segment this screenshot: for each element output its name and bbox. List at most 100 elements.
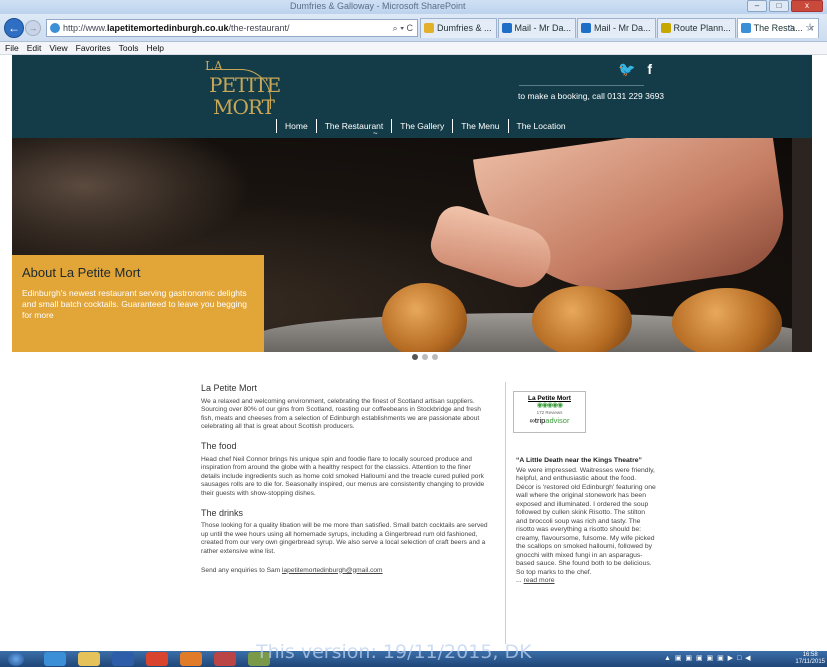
- enquiries-email-link[interactable]: lapetitemortedinburgh@gmail.com: [282, 567, 383, 574]
- hero-text: Edinburgh's newest restaurant serving ga…: [22, 288, 247, 320]
- clock-time: 16:58: [802, 652, 818, 658]
- close-window-button[interactable]: x: [791, 0, 823, 12]
- slider-dot-2[interactable]: [422, 354, 428, 360]
- booking-phone: to make a booking, call 0131 229 3693: [518, 91, 665, 101]
- menu-file[interactable]: File: [5, 43, 19, 53]
- forward-button[interactable]: →: [25, 20, 41, 36]
- hero-arancini-3: [672, 288, 782, 352]
- drinks-heading: The drinks: [201, 507, 244, 518]
- version-watermark: This version: 19/11/2015, DK: [256, 641, 532, 663]
- la-petite-mort-logo[interactable]: LA PETITE MORT: [205, 59, 281, 119]
- slider-dot-1[interactable]: [412, 354, 418, 360]
- minimize-button[interactable]: –: [747, 0, 767, 12]
- browser-tab[interactable]: Route Plann...: [656, 18, 736, 38]
- tab-favicon-icon: [424, 23, 434, 33]
- tripadvisor-badge[interactable]: La Petite Mort ◉◉◉◉◉ 172 Reviews ∞tripad…: [513, 391, 586, 433]
- file-explorer-taskbar-icon[interactable]: [78, 652, 100, 666]
- slider-dot-3[interactable]: [432, 354, 438, 360]
- menu-favorites[interactable]: Favorites: [76, 43, 111, 53]
- food-heading: The food: [201, 440, 237, 451]
- tripadvisor-brand-trip: trip: [534, 416, 546, 425]
- search-refresh-icons[interactable]: ⌕ ▾ C: [393, 20, 413, 36]
- nav-the-gallery[interactable]: The Gallery: [391, 119, 452, 133]
- site-header: LA PETITE MORT 🐦 f to make a booking, ca…: [12, 55, 812, 138]
- internet-explorer-taskbar-icon[interactable]: [44, 652, 66, 666]
- address-bar[interactable]: http://www.lapetitemortedinburgh.co.uk/t…: [46, 19, 418, 37]
- tab-favicon-icon: [501, 23, 512, 33]
- browser-tab[interactable]: Mail - Mr Da...: [577, 18, 656, 38]
- browser-tab[interactable]: Mail - Mr Da...: [497, 18, 577, 38]
- logo-line-3: MORT: [213, 95, 275, 119]
- nav-the-menu[interactable]: The Menu: [452, 119, 507, 133]
- menu-help[interactable]: Help: [146, 43, 163, 53]
- nav-the-location[interactable]: The Location: [507, 119, 574, 133]
- window-buttons: – □ x: [747, 0, 823, 12]
- start-button-icon[interactable]: [8, 652, 24, 666]
- outlook-taskbar-icon[interactable]: [112, 652, 134, 666]
- enquiries-line: Send any enquiries to Sam lapetitemorted…: [201, 567, 491, 576]
- maximize-button[interactable]: □: [769, 0, 789, 12]
- office-taskbar-icon[interactable]: [180, 652, 202, 666]
- hero-caption: About La Petite Mort Edinburgh's newest …: [12, 255, 264, 352]
- nav-the-restaurant[interactable]: The Restaurant: [315, 119, 392, 133]
- paint-taskbar-icon[interactable]: [214, 652, 236, 666]
- logo-line-1: LA: [205, 59, 224, 73]
- tripadvisor-name[interactable]: La Petite Mort: [514, 395, 585, 402]
- system-tray-icons[interactable]: ▲ ▣ ▣ ▣ ▣ ▣ ▶ □ ◀: [664, 654, 752, 662]
- window-titlebar: Dumfries & Galloway - Microsoft SharePoi…: [0, 0, 827, 14]
- intro-heading: La Petite Mort: [201, 383, 258, 393]
- hero-arancini-1: [382, 283, 467, 352]
- chrome-taskbar-icon[interactable]: [146, 652, 168, 666]
- read-more-prefix: ...: [516, 577, 524, 584]
- logo-line-2: PETITE: [209, 73, 281, 97]
- read-more-line: ... read more: [516, 577, 656, 586]
- tab-favicon-icon: [581, 23, 592, 33]
- tab-strip: Dumfries & ... Mail - Mr Da... Mail - Mr D…: [420, 18, 820, 38]
- social-links: 🐦 f: [610, 61, 652, 78]
- url-prefix: http://www.: [63, 23, 108, 33]
- screen: { "browser": { "window_title": "Dumfries…: [0, 0, 827, 667]
- hero-arancini-2: [532, 286, 632, 352]
- back-button[interactable]: ←: [4, 18, 24, 38]
- tripadvisor-logo: ∞tripadvisor: [514, 416, 585, 425]
- review-title: “A Little Death near the Kings Theatre”: [516, 457, 642, 464]
- slider-dots: [412, 354, 438, 360]
- menu-tools[interactable]: Tools: [119, 43, 139, 53]
- tab-favicon-icon: [660, 23, 671, 33]
- rating-circles-icon: ◉◉◉◉◉: [536, 402, 564, 409]
- hero-background-blur: [12, 138, 252, 258]
- drinks-paragraph: Those looking for a quality libation wil…: [201, 522, 488, 555]
- active-nav-tilde-icon: ~: [373, 129, 378, 138]
- tab-favicon-icon: [740, 23, 751, 33]
- tab-label: Route Plann...: [673, 23, 731, 33]
- enquiries-prefix: Send any enquiries to Sam: [201, 566, 283, 574]
- main-content: La Petite Mort We a relaxed and welcomin…: [201, 384, 491, 585]
- nav-home[interactable]: Home: [276, 119, 316, 133]
- hero-right-post: [792, 138, 812, 352]
- browser-toolbar: ← → http://www.lapetitemortedinburgh.co.…: [0, 14, 827, 42]
- review-text: We were impressed. Waitresses were frien…: [516, 466, 656, 576]
- menu-edit[interactable]: Edit: [27, 43, 42, 53]
- tab-label: Dumfries & ...: [437, 23, 492, 33]
- tab-label: Mail - Mr Da...: [594, 23, 651, 33]
- home-favorites-icons[interactable]: ⌂ ☆: [787, 21, 819, 34]
- read-more-link[interactable]: read more: [524, 577, 555, 584]
- content-divider: [505, 382, 506, 644]
- url-domain: lapetitemortedinburgh.co.uk: [107, 23, 229, 33]
- clock-date: 17/11/2015: [795, 659, 825, 665]
- browser-tab[interactable]: Dumfries & ...: [420, 18, 497, 38]
- tripadvisor-brand-advisor: advisor: [545, 416, 570, 425]
- featured-review: “A Little Death near the Kings Theatre” …: [516, 457, 656, 586]
- menu-view[interactable]: View: [49, 43, 67, 53]
- window-title: Dumfries & Galloway - Microsoft SharePoi…: [290, 1, 466, 11]
- facebook-icon[interactable]: f: [647, 61, 652, 77]
- review-count: 172 Reviews: [536, 410, 563, 415]
- menu-bar: File Edit View Favorites Tools Help: [0, 42, 827, 55]
- twitter-icon[interactable]: 🐦: [618, 61, 635, 77]
- url-path: /the-restaurant/: [228, 23, 290, 33]
- hero-title: About La Petite Mort: [22, 265, 141, 280]
- taskbar-clock[interactable]: 16:58 17/11/2015: [795, 652, 825, 666]
- food-paragraph: Head chef Neil Connor brings his unique …: [201, 455, 485, 497]
- tab-label: Mail - Mr Da...: [514, 23, 572, 33]
- ie-page-icon: [50, 23, 60, 33]
